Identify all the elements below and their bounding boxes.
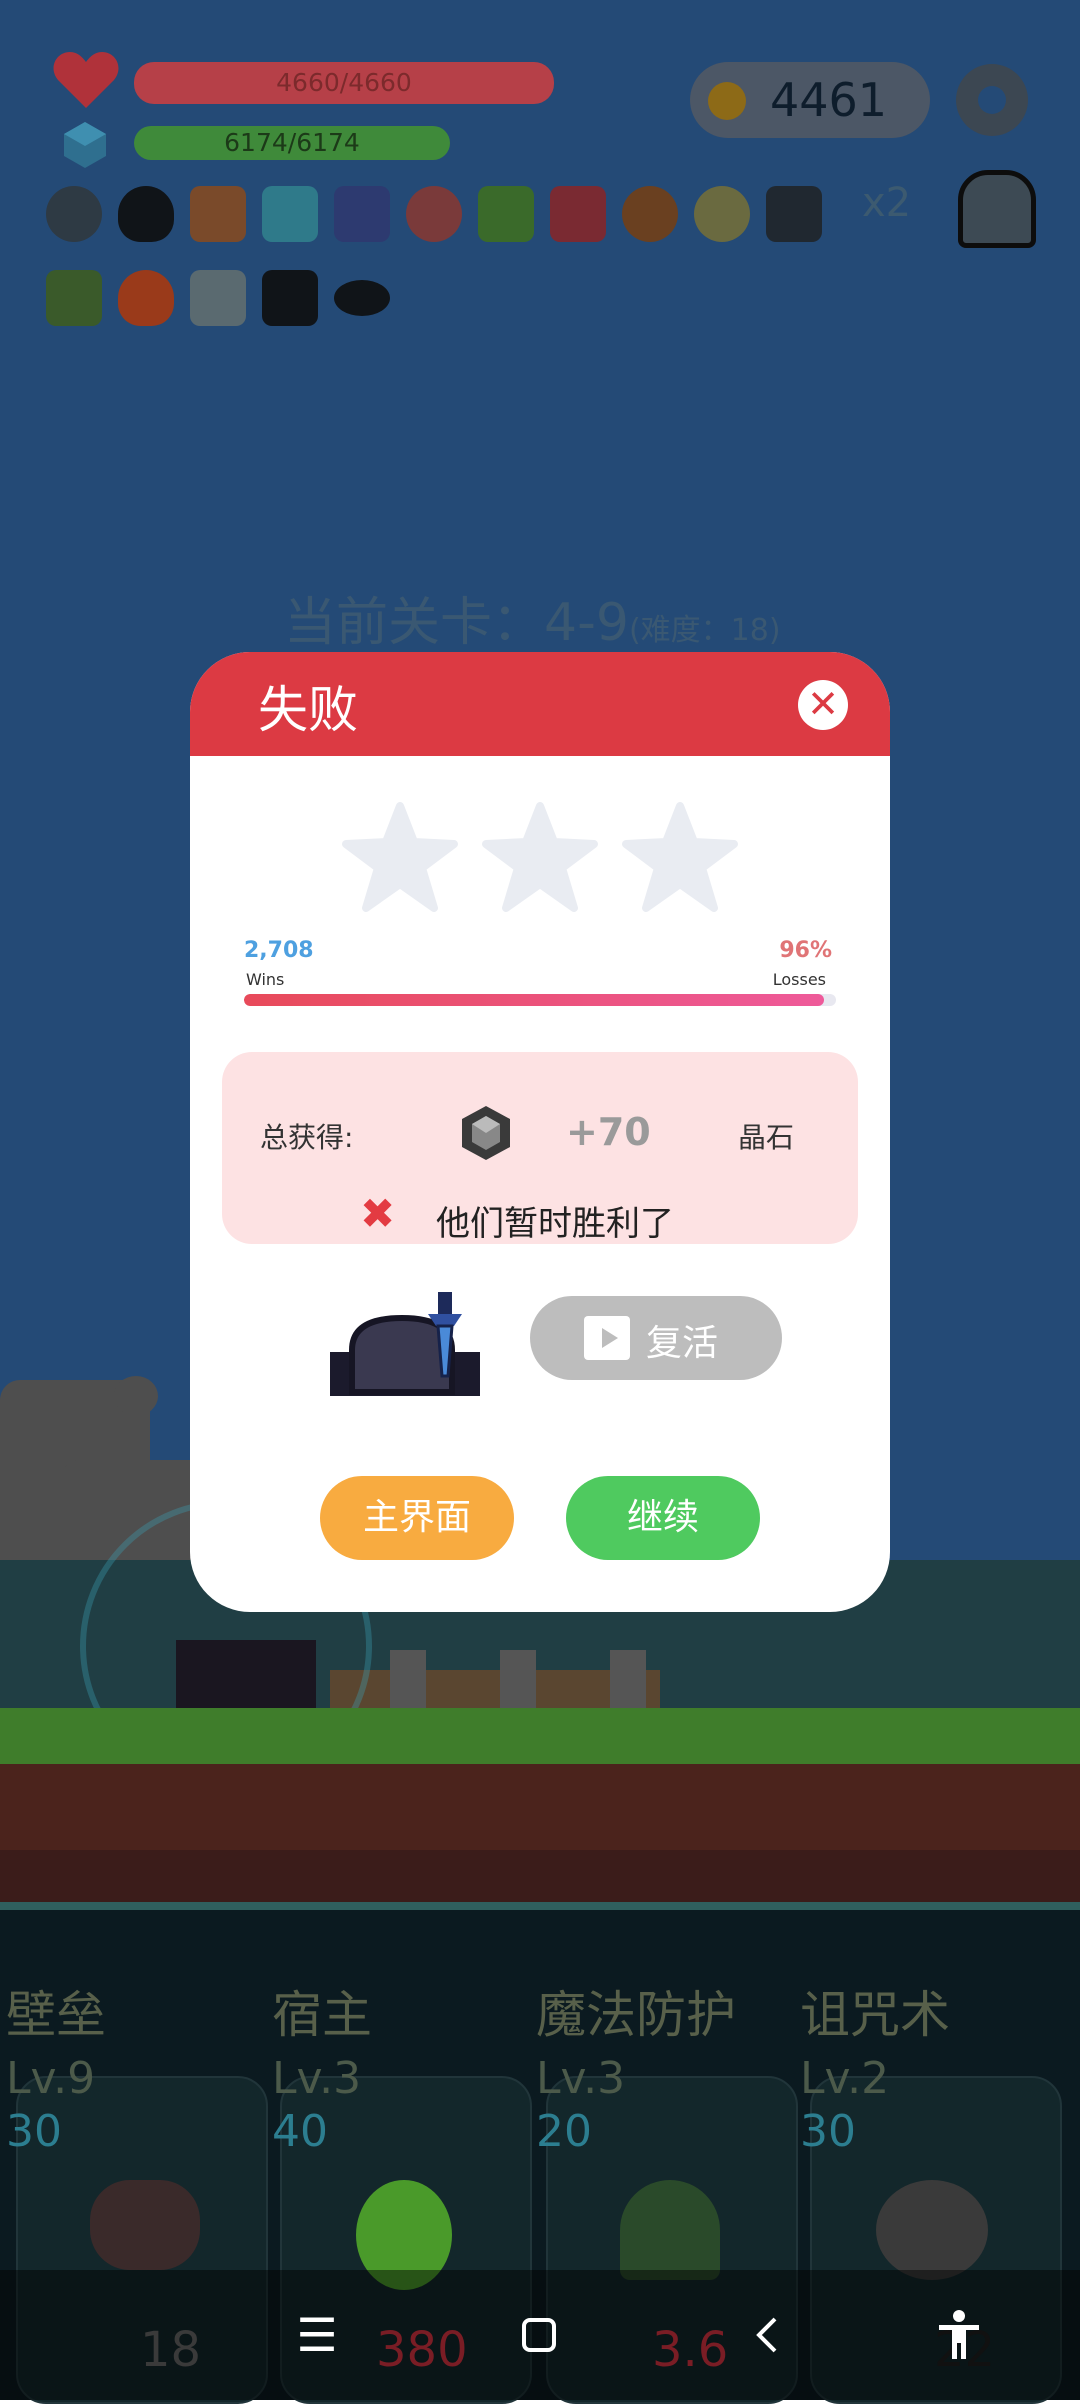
level-name: 当前关卡：4-9 [284,593,629,653]
heart-icon [53,52,119,108]
slider-icon[interactable] [190,270,246,326]
pill-icon[interactable] [406,186,462,242]
fail-message: 他们暂时胜利了 [436,1204,674,1244]
mana-crystal-icon [64,122,106,168]
accessibility-icon[interactable] [924,2300,994,2370]
star-icon [622,802,738,912]
skill-count: 380 [376,2322,468,2378]
gravestone [610,1650,646,1710]
coin-icon [708,82,746,120]
sapling-icon[interactable] [478,186,534,242]
tombstone-sword-icon [330,1292,480,1396]
skill-name: 宿主 [272,1986,372,2044]
level-title: 当前关卡：4-9(难度：18) [284,580,781,655]
skull-book-icon[interactable] [262,270,318,326]
bat-icon[interactable] [334,280,390,316]
win-loss-progress [244,994,836,1006]
ground-edge [0,1902,1080,1910]
gem-unit: 晶石 [738,1121,795,1154]
grass-strip [0,1708,1080,1764]
skill-icon-skull [876,2180,988,2280]
skill-info-bulwark: 壁垒 Lv.9 30 [6,1975,266,2157]
skill-cost: 30 [6,2106,62,2157]
wizard-hat-icon[interactable] [334,186,390,242]
fire-icon[interactable] [118,270,174,326]
home-icon[interactable] [504,2300,574,2370]
settings-gear-icon[interactable] [956,64,1028,136]
gem-icon [462,1106,510,1160]
coin-value: 4461 [770,73,888,127]
skill-cost: 30 [800,2106,856,2157]
flower-icon[interactable] [694,186,750,242]
close-icon[interactable]: ✕ [798,680,848,730]
dirt-layer-dark [0,1850,1080,1902]
skill-level: Lv.9 [6,2053,96,2104]
skill-count: 3.6 [652,2322,729,2378]
skill-name: 壁垒 [6,1986,106,2044]
sneaker-icon[interactable] [550,186,606,242]
skill-name: 魔法防护 [536,1986,736,2044]
skill-icon-mushroom [90,2180,200,2270]
recent-apps-icon[interactable]: ☰ [282,2300,352,2370]
skill-cost: 20 [536,2106,592,2157]
back-icon[interactable] [732,2300,802,2370]
level-difficulty: (难度：18) [628,613,781,648]
coin-counter: 4461 [690,62,930,138]
skill-count: 18 [140,2322,202,2378]
gravestone [500,1650,536,1710]
continue-button[interactable]: 继续 [566,1476,760,1560]
skill-info-magic-shield: 魔法防护 Lv.3 20 [536,1975,796,2157]
cloud [114,1376,158,1416]
star-icon [342,802,458,912]
losses-label: Losses [772,970,826,989]
skill-level: Lv.3 [536,2053,626,2104]
gem-amount: +70 [566,1110,651,1154]
skill-info-curse: 诅咒术 Lv.2 30 [800,1975,1060,2157]
ghost-pet-icon[interactable] [958,170,1036,248]
campfire-icon[interactable] [190,186,246,242]
cauldron-icon[interactable] [118,186,174,242]
reward-panel: 总获得: +70 晶石 ✖ 他们暂时胜利了 [222,1052,858,1244]
revive-button[interactable]: 复活 [530,1296,782,1380]
dialog-title: 失败 [258,681,358,739]
skill-icon-leaf [620,2180,720,2280]
gravestone [390,1650,426,1710]
main-menu-button[interactable]: 主界面 [320,1476,514,1560]
wins-label: Wins [246,970,285,989]
mortar-icon[interactable] [766,186,822,242]
speed-multiplier[interactable]: x2 [862,180,911,226]
dialog-header: 失败 ✕ [190,652,890,756]
ice-cube-icon[interactable] [262,186,318,242]
skill-level: Lv.3 [272,2053,362,2104]
potted-plant-icon[interactable] [46,270,102,326]
fail-x-icon: ✖ [360,1189,396,1238]
revive-label: 复活 [646,1323,719,1364]
progress-fill [244,994,825,1006]
skill-info-host: 宿主 Lv.3 40 [272,1975,532,2157]
skill-level: Lv.2 [800,2053,890,2104]
video-play-icon [584,1316,630,1360]
total-label: 总获得: [260,1121,354,1154]
health-bar: 4660/4660 [134,62,554,104]
star-icon [482,802,598,912]
skill-cost: 40 [272,2106,328,2157]
losses-value: 96% [779,938,832,963]
wins-value: 2,708 [244,938,314,963]
star-rating [340,802,740,912]
defeat-dialog: 失败 ✕ 2,708 Wins 96% Losses 总获得: +70 晶石 ✖… [190,652,890,1612]
spiked-mace-icon[interactable] [46,186,102,242]
meat-icon[interactable] [622,186,678,242]
mana-bar: 6174/6174 [134,126,450,160]
skill-name: 诅咒术 [800,1986,950,2044]
